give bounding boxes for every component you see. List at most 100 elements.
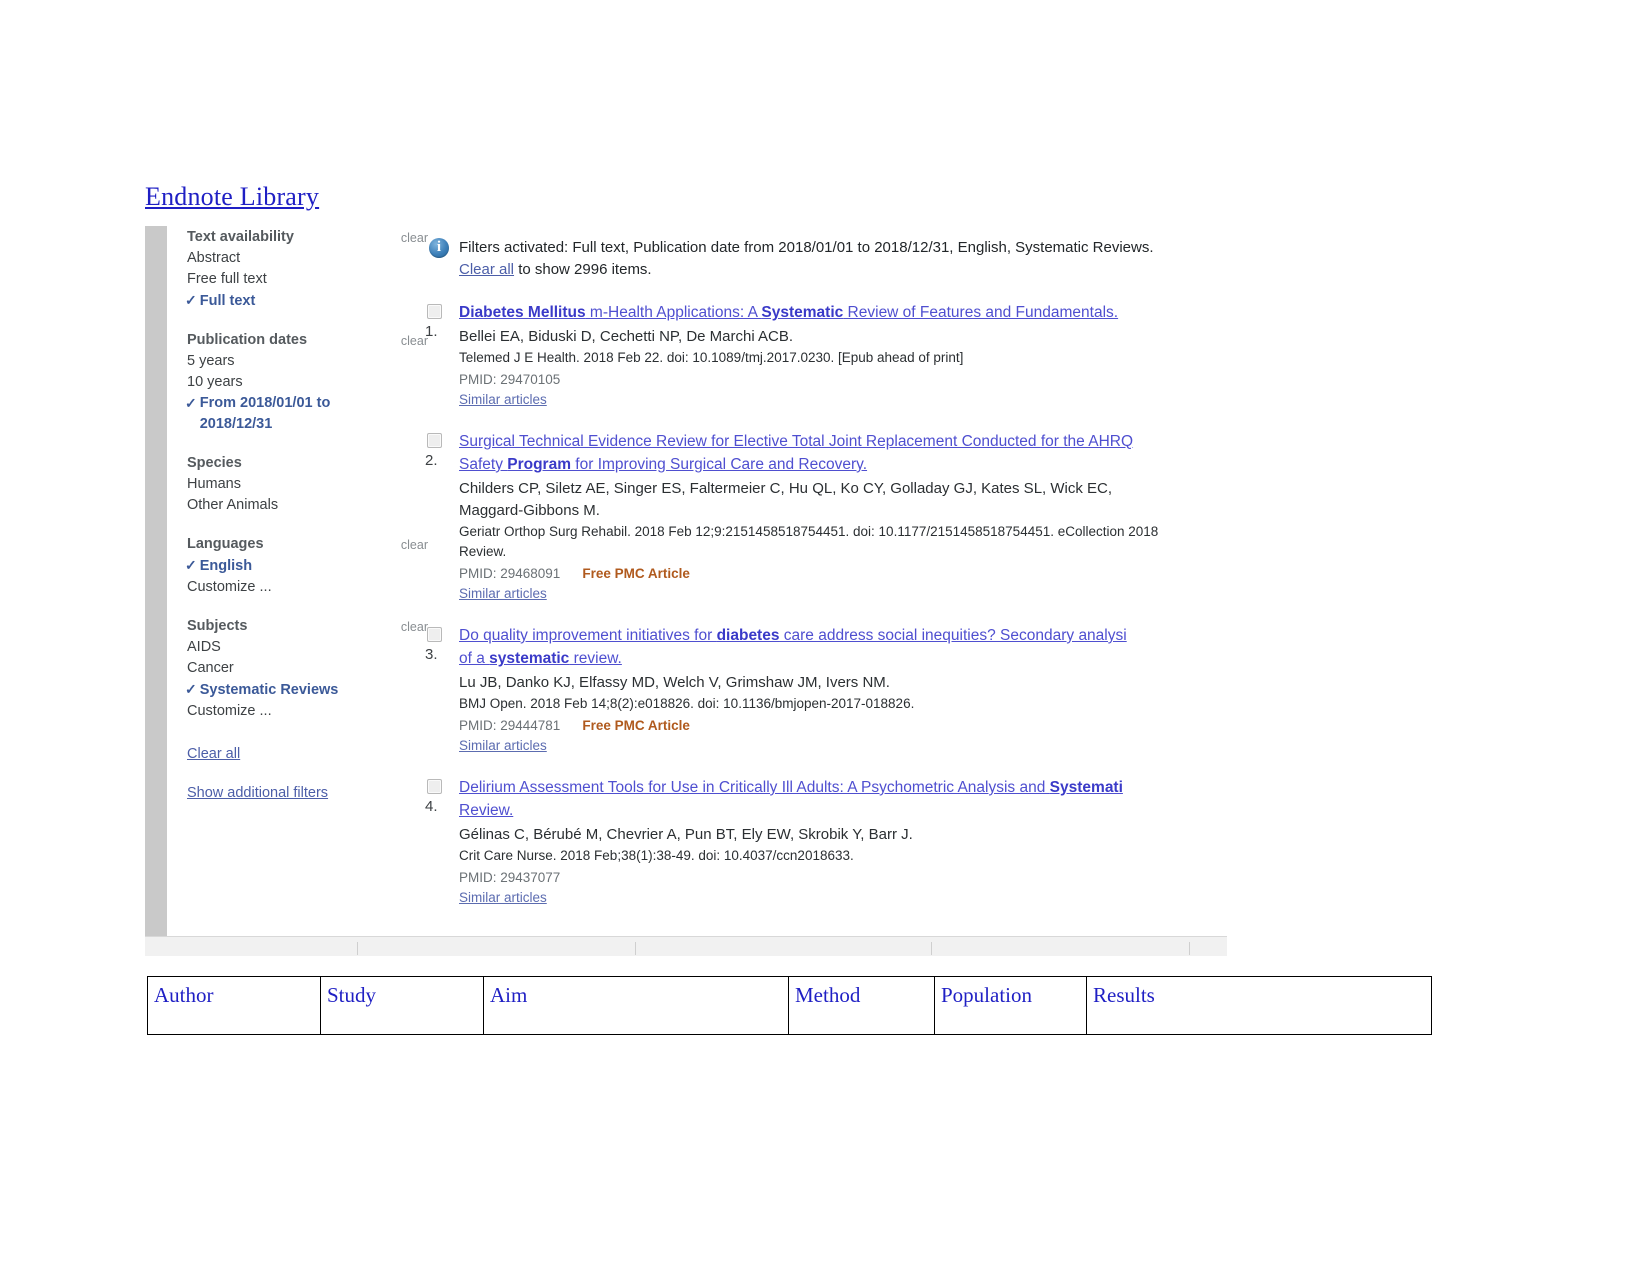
table-header-population: Population [934, 976, 1087, 1035]
result-title-part: Do quality improvement initiatives for [459, 627, 717, 644]
filter-item-label: From 2018/01/01 to 2018/12/31 [199, 395, 331, 432]
result-authors: Lu JB, Danko KJ, Elfassy MD, Welch V, Gr… [459, 674, 890, 691]
result-item: 2. Surgical Technical Evidence Review fo… [415, 430, 1227, 604]
result-title-part: Delirium Assessment Tools for Use in Cri… [459, 779, 1050, 796]
result-title-part: m-Health Applications: A [585, 304, 762, 321]
filter-item-other-animals[interactable]: Other Animals [185, 495, 410, 516]
filter-item-languages-customize[interactable]: Customize ... [185, 577, 410, 598]
filter-group-publication-dates: Publication dates clear 5 years 10 years… [185, 329, 428, 435]
filter-item-aids[interactable]: AIDS [185, 637, 410, 658]
result-pmid: PMID: 29470105 [459, 372, 561, 387]
filter-heading: Publication dates [187, 332, 308, 348]
result-title-link[interactable]: Surgical Technical Evidence Review for E… [459, 433, 1227, 476]
table-header-aim: Aim [483, 976, 789, 1035]
result-title-highlight: systematic [489, 650, 570, 667]
result-checkbox[interactable] [427, 779, 442, 794]
result-title-part: Safety [459, 456, 508, 473]
search-results-panel: Filters activated: Full text, Publicatio… [415, 226, 1227, 936]
result-title-link[interactable]: Delirium Assessment Tools for Use in Cri… [459, 779, 1227, 822]
filter-item-english[interactable]: ✓ English [185, 555, 410, 577]
scroll-tick [1189, 942, 1190, 955]
result-title-highlight: Diabetes Mellitus [459, 304, 586, 321]
checkmark-icon: ✓ [185, 681, 197, 697]
filter-group-languages: Languages clear ✓ English Customize ... [185, 533, 428, 598]
result-title-highlight: diabetes [716, 627, 780, 644]
filters-sidebar: Text availability clear Abstract Free fu… [185, 226, 428, 804]
sidebar-clear-all-link[interactable]: Clear all [185, 744, 410, 765]
result-number: 2. [425, 452, 438, 469]
filter-group-text-availability: Text availability clear Abstract Free fu… [185, 226, 428, 312]
result-item: 3. Do quality improvement initiatives fo… [415, 624, 1227, 756]
result-checkbox[interactable] [427, 627, 442, 642]
result-pmid-text: PMID: 29468091 [459, 566, 561, 581]
result-source: Geriatr Orthop Surg Rehabil. 2018 Feb 12… [459, 524, 1159, 539]
banner-item-count: to show 2996 items. [514, 261, 652, 278]
result-checkbox[interactable] [427, 433, 442, 448]
filter-item-abstract[interactable]: Abstract [185, 248, 410, 269]
extraction-table: Author Study Aim Method Population Resul… [147, 976, 1432, 1035]
result-item: 1. Diabetes Mellitus m-Health Applicatio… [415, 301, 1227, 410]
filter-item-full-text[interactable]: ✓ Full text [185, 290, 410, 312]
result-source: Crit Care Nurse. 2018 Feb;38(1):38-49. d… [459, 848, 854, 863]
table-header-study: Study [320, 976, 484, 1035]
result-title-line2: of a systematic review. [459, 647, 1227, 670]
filters-clear-line: Clear all to show 2996 items. [459, 259, 1227, 281]
filter-group-subjects: Subjects clear AIDS Cancer ✓ Systematic R… [185, 615, 428, 722]
filter-heading: Species [187, 455, 242, 471]
table-header-method: Method [788, 976, 935, 1035]
horizontal-scrollbar[interactable] [145, 936, 1227, 956]
scroll-tick [635, 942, 636, 955]
result-source-cont: Review. [459, 544, 507, 559]
checkmark-icon: ✓ [185, 395, 197, 411]
result-title-part: Review of Features and Fundamentals. [843, 304, 1119, 321]
checkmark-icon: ✓ [185, 292, 197, 308]
filter-item-10-years[interactable]: 10 years [185, 372, 410, 393]
scroll-tick [931, 942, 932, 955]
filter-item-date-range[interactable]: ✓ From 2018/01/01 to 2018/12/31 [185, 393, 410, 435]
filter-item-free-full-text[interactable]: Free full text [185, 269, 410, 290]
result-source: BMJ Open. 2018 Feb 14;8(2):e018826. doi:… [459, 696, 915, 711]
result-title-highlight: Systematic [761, 304, 844, 321]
filter-item-label: Full text [199, 293, 256, 309]
endnote-library-link[interactable]: Endnote Library [145, 182, 319, 212]
result-item: 4. Delirium Assessment Tools for Use in … [415, 776, 1227, 908]
filter-item-cancer[interactable]: Cancer [185, 658, 410, 679]
result-pmid: PMID: 29437077 [459, 870, 561, 885]
filter-item-systematic-reviews[interactable]: ✓ Systematic Reviews [185, 679, 410, 701]
filter-item-subjects-customize[interactable]: Customize ... [185, 701, 410, 722]
similar-articles-link[interactable]: Similar articles [459, 586, 547, 601]
info-icon [429, 237, 449, 258]
result-authors-cont: Maggard-Gibbons M. [459, 502, 600, 519]
result-title-highlight: Systemati [1049, 779, 1123, 796]
table-header-author: Author [147, 976, 321, 1035]
filter-heading: Subjects [187, 618, 248, 634]
result-title-link[interactable]: Diabetes Mellitus m-Health Applications:… [459, 304, 1118, 321]
result-authors: Childers CP, Siletz AE, Singer ES, Falte… [459, 480, 1113, 497]
filter-item-label: English [199, 558, 253, 574]
result-authors: Gélinas C, Bérubé M, Chevrier A, Pun BT,… [459, 826, 913, 843]
result-title-part: care address social inequities? Secondar… [779, 627, 1127, 644]
pubmed-screenshot: Text availability clear Abstract Free fu… [145, 226, 1227, 956]
filter-heading: Text availability [187, 229, 294, 245]
result-title-link[interactable]: Do quality improvement initiatives for d… [459, 627, 1227, 670]
result-checkbox[interactable] [427, 304, 442, 319]
filters-activated-banner: Filters activated: Full text, Publicatio… [415, 226, 1227, 281]
result-title-part: Surgical Technical Evidence Review for E… [459, 433, 1134, 450]
similar-articles-link[interactable]: Similar articles [459, 738, 547, 753]
banner-clear-all-link[interactable]: Clear all [459, 261, 514, 278]
checkmark-icon: ✓ [185, 557, 197, 573]
filter-item-5-years[interactable]: 5 years [185, 351, 410, 372]
result-title-highlight: Program [507, 456, 571, 473]
result-number: 1. [425, 323, 438, 340]
result-number: 3. [425, 646, 438, 663]
similar-articles-link[interactable]: Similar articles [459, 392, 547, 407]
result-pmid: PMID: 29468091 Free PMC Article [459, 564, 1227, 584]
result-pmid: PMID: 29444781 Free PMC Article [459, 716, 1227, 736]
result-pmid-text: PMID: 29444781 [459, 718, 561, 733]
scroll-tick [357, 942, 358, 955]
result-number: 4. [425, 798, 438, 815]
similar-articles-link[interactable]: Similar articles [459, 890, 547, 905]
filter-item-humans[interactable]: Humans [185, 474, 410, 495]
free-pmc-article-badge: Free PMC Article [582, 566, 690, 581]
show-additional-filters-link[interactable]: Show additional filters [185, 783, 410, 804]
